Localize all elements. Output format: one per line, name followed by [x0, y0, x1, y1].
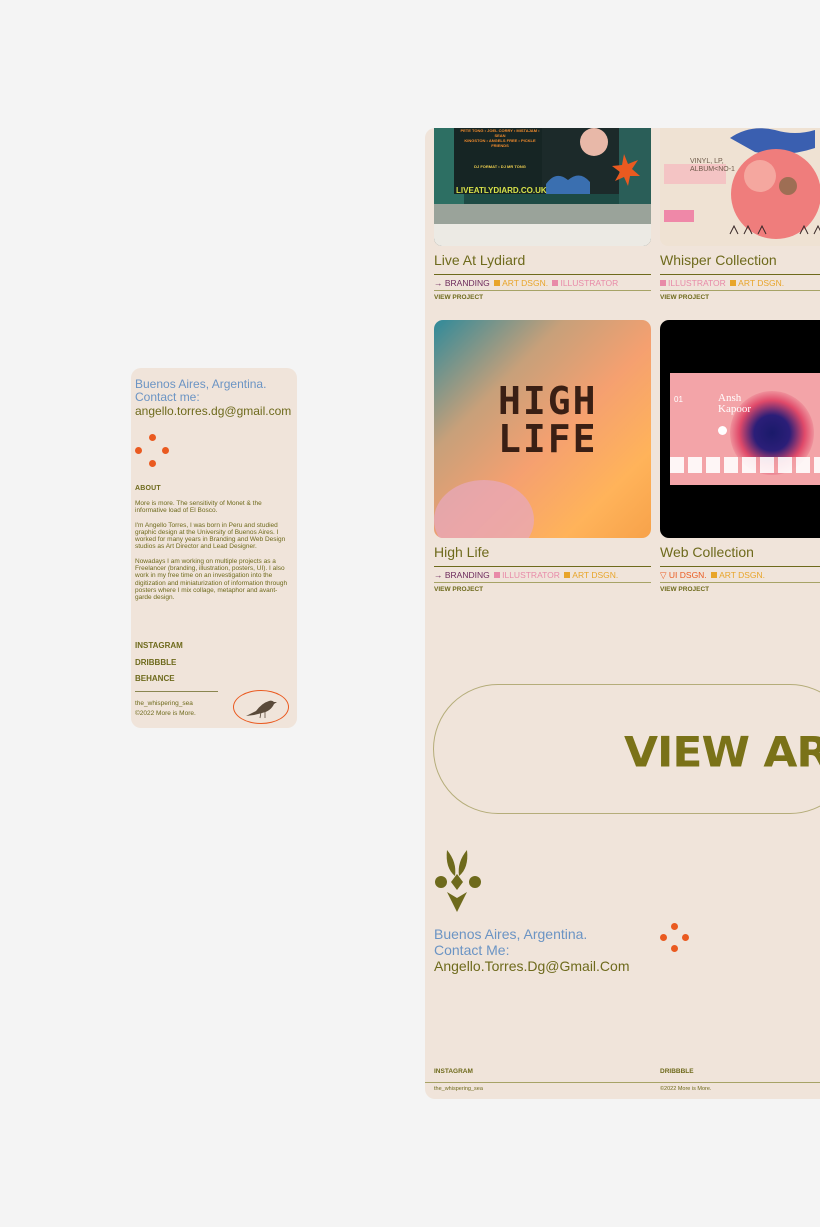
web-name: Ansh Kapoor — [718, 393, 751, 415]
desktop-portfolio-panel: PETE TONG • JOEL CORRY • MISTAJAM • SEAN… — [425, 128, 820, 1099]
instagram-link[interactable]: INSTAGRAM — [135, 641, 183, 658]
view-project-link[interactable]: VIEW PROJECT — [434, 586, 483, 593]
project-title[interactable]: Live At Lydiard — [434, 252, 525, 268]
tag-square — [494, 572, 501, 578]
poster-url: LIVEATLYDIARD.CO.UK — [456, 186, 547, 195]
mobile-footer: the_whispering_sea ©2022 More is More. — [135, 699, 196, 719]
tag-square — [660, 280, 666, 286]
glitch-strip — [670, 457, 820, 473]
poster-dj: DJ FORMAT • DJ MR TONG — [474, 164, 526, 169]
bird-badge[interactable] — [233, 690, 289, 724]
desktop-contact-block: Buenos Aires, Argentina. Contact Me: Ang… — [434, 926, 630, 974]
divider — [434, 566, 651, 567]
divider — [434, 274, 651, 275]
tag-square — [494, 280, 501, 286]
mobile-copyright: ©2022 More is More. — [135, 710, 196, 717]
peach-illustration — [664, 128, 820, 239]
about-heading: ABOUT — [135, 485, 161, 492]
poster-line: PETE TONG • JOEL CORRY • MISTAJAM • SEAN — [460, 128, 540, 138]
desktop-email-link[interactable]: Angello.Torres.Dg@Gmail.Com — [434, 958, 630, 974]
logo-line: HIGH — [498, 379, 598, 423]
tag-square — [730, 280, 737, 286]
web-screen-mockup: 01 Ansh Kapoor — [670, 373, 820, 485]
desktop-contact-label: Contact Me: — [434, 942, 510, 958]
dots-logo-icon — [135, 434, 171, 470]
divider — [660, 582, 820, 583]
footer-divider — [425, 1082, 820, 1083]
vinyl-label: VINYL, LP, ALBUM<NO-1 — [690, 158, 735, 174]
web-name-line: Kapoor — [718, 403, 751, 415]
tag-ui-design[interactable]: ▽ UI DSGN. — [660, 570, 707, 580]
view-project-link[interactable]: VIEW PROJECT — [660, 586, 709, 593]
desktop-handle[interactable]: the_whispering_sea — [434, 1086, 483, 1092]
tag-art-design[interactable]: ART DSGN. — [502, 278, 548, 288]
tag-art-design[interactable]: ART DSGN. — [719, 570, 765, 580]
tag-square — [564, 572, 571, 578]
crest-logo-icon — [435, 850, 481, 912]
poster-line: KINGSTON • ANGELS FREE • PICKLE FRIENDS — [464, 138, 536, 148]
divider — [434, 290, 651, 291]
divider — [434, 582, 651, 583]
project-thumbnail-whisper-collection[interactable]: VINYL, LP, ALBUM<NO-1 — [660, 128, 820, 246]
project-thumbnail-web-collection[interactable]: 01 Ansh Kapoor — [660, 320, 820, 538]
project-tags: ILLUSTRATOR ART DSGN. — [660, 278, 784, 288]
dribbble-link[interactable]: DRIBBBLE — [660, 1068, 694, 1075]
mobile-contact-label: Contact me: — [135, 390, 200, 404]
project-title[interactable]: Web Collection — [660, 544, 754, 560]
view-archive-label: VIEW ARCHIVE — [624, 728, 820, 777]
view-project-link[interactable]: VIEW PROJECT — [660, 294, 709, 301]
mobile-profile-card: Buenos Aires, Argentina. Contact me: ang… — [131, 368, 297, 728]
footer-divider — [135, 691, 218, 692]
dots-logo-icon — [660, 923, 696, 959]
about-paragraph: I'm Angello Torres, I was born in Peru a… — [135, 521, 286, 551]
about-text: More is more. The sensitivity of Monet &… — [135, 500, 293, 609]
tag-branding[interactable]: → BRANDING — [434, 570, 490, 580]
gradient-blob — [434, 480, 534, 538]
desktop-copyright: ©2022 More is More. — [660, 1086, 712, 1092]
tag-illustrator[interactable]: ILLUSTRATOR — [560, 278, 618, 288]
mobile-handle[interactable]: the_whispering_sea — [135, 699, 196, 709]
project-title[interactable]: High Life — [434, 544, 489, 560]
logo-line: LIFE — [498, 417, 598, 461]
divider — [660, 290, 820, 291]
about-paragraph: More is more. The sensitivity of Monet &… — [135, 500, 262, 515]
project-tags: ▽ UI DSGN. ART DSGN. — [660, 570, 765, 581]
mobile-contact-block: Buenos Aires, Argentina. Contact me: ang… — [135, 378, 297, 419]
project-tags: → BRANDING ART DSGN. ILLUSTRATOR — [434, 278, 618, 288]
mobile-social-links: INSTAGRAM DRIBBBLE BEHANCE — [135, 641, 183, 691]
divider — [660, 566, 820, 567]
project-tags: → BRANDING ILLUSTRATOR ART DSGN. — [434, 570, 618, 580]
web-number: 01 — [674, 395, 683, 404]
high-life-logo: HIGH LIFE — [498, 382, 598, 458]
desktop-location: Buenos Aires, Argentina. — [434, 926, 588, 942]
dribbble-link[interactable]: DRIBBBLE — [135, 658, 183, 675]
tag-square — [552, 280, 559, 286]
tag-illustrator[interactable]: ILLUSTRATOR — [502, 570, 560, 580]
instagram-link[interactable]: INSTAGRAM — [434, 1068, 473, 1075]
bird-icon — [246, 700, 277, 719]
tag-illustrator[interactable]: ILLUSTRATOR — [668, 278, 726, 288]
web-dot — [718, 426, 727, 435]
behance-link[interactable]: BEHANCE — [135, 674, 183, 691]
about-paragraph: Nowadays I am working on multiple projec… — [135, 557, 288, 602]
project-title[interactable]: Whisper Collection — [660, 252, 777, 268]
view-archive-button[interactable]: VIEW ARCHIVE — [433, 684, 820, 814]
divider — [660, 274, 820, 275]
tag-branding[interactable]: → BRANDING — [434, 278, 490, 288]
tag-square — [711, 572, 718, 578]
view-project-link[interactable]: VIEW PROJECT — [434, 294, 483, 301]
project-thumbnail-high-life[interactable]: HIGH LIFE — [434, 320, 651, 538]
tag-art-design[interactable]: ART DSGN. — [738, 278, 784, 288]
vinyl-line: VINYL, LP, — [690, 158, 724, 165]
mobile-email-link[interactable]: angello.torres.dg@gmail.com — [135, 404, 297, 418]
vinyl-line: ALBUM<NO-1 — [690, 166, 735, 173]
project-thumbnail-live-at-lydiard[interactable]: PETE TONG • JOEL CORRY • MISTAJAM • SEAN… — [434, 128, 651, 246]
tag-art-design[interactable]: ART DSGN. — [572, 570, 618, 580]
